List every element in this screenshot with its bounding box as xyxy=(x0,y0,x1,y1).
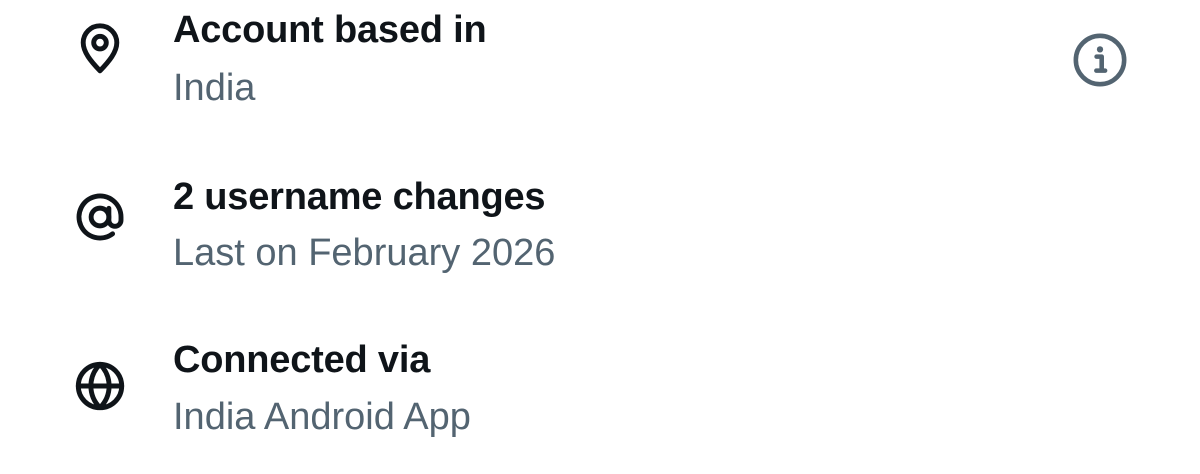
globe-icon xyxy=(72,358,128,414)
account-location-value: India xyxy=(173,67,256,109)
username-changes-last: Last on February 2026 xyxy=(173,232,556,274)
connected-via-value: India Android App xyxy=(173,396,471,438)
account-location-title: Account based in xyxy=(173,9,487,51)
location-pin-icon xyxy=(72,20,128,76)
account-location-row: Account based in India xyxy=(0,0,1200,150)
at-sign-icon xyxy=(72,189,128,245)
connected-via-title: Connected via xyxy=(173,339,431,381)
username-changes-title: 2 username changes xyxy=(173,176,546,218)
username-changes-row: 2 username changes Last on February 2026 xyxy=(0,160,1200,310)
connected-via-row: Connected via India Android App xyxy=(0,324,1200,474)
info-icon[interactable] xyxy=(1071,31,1129,89)
